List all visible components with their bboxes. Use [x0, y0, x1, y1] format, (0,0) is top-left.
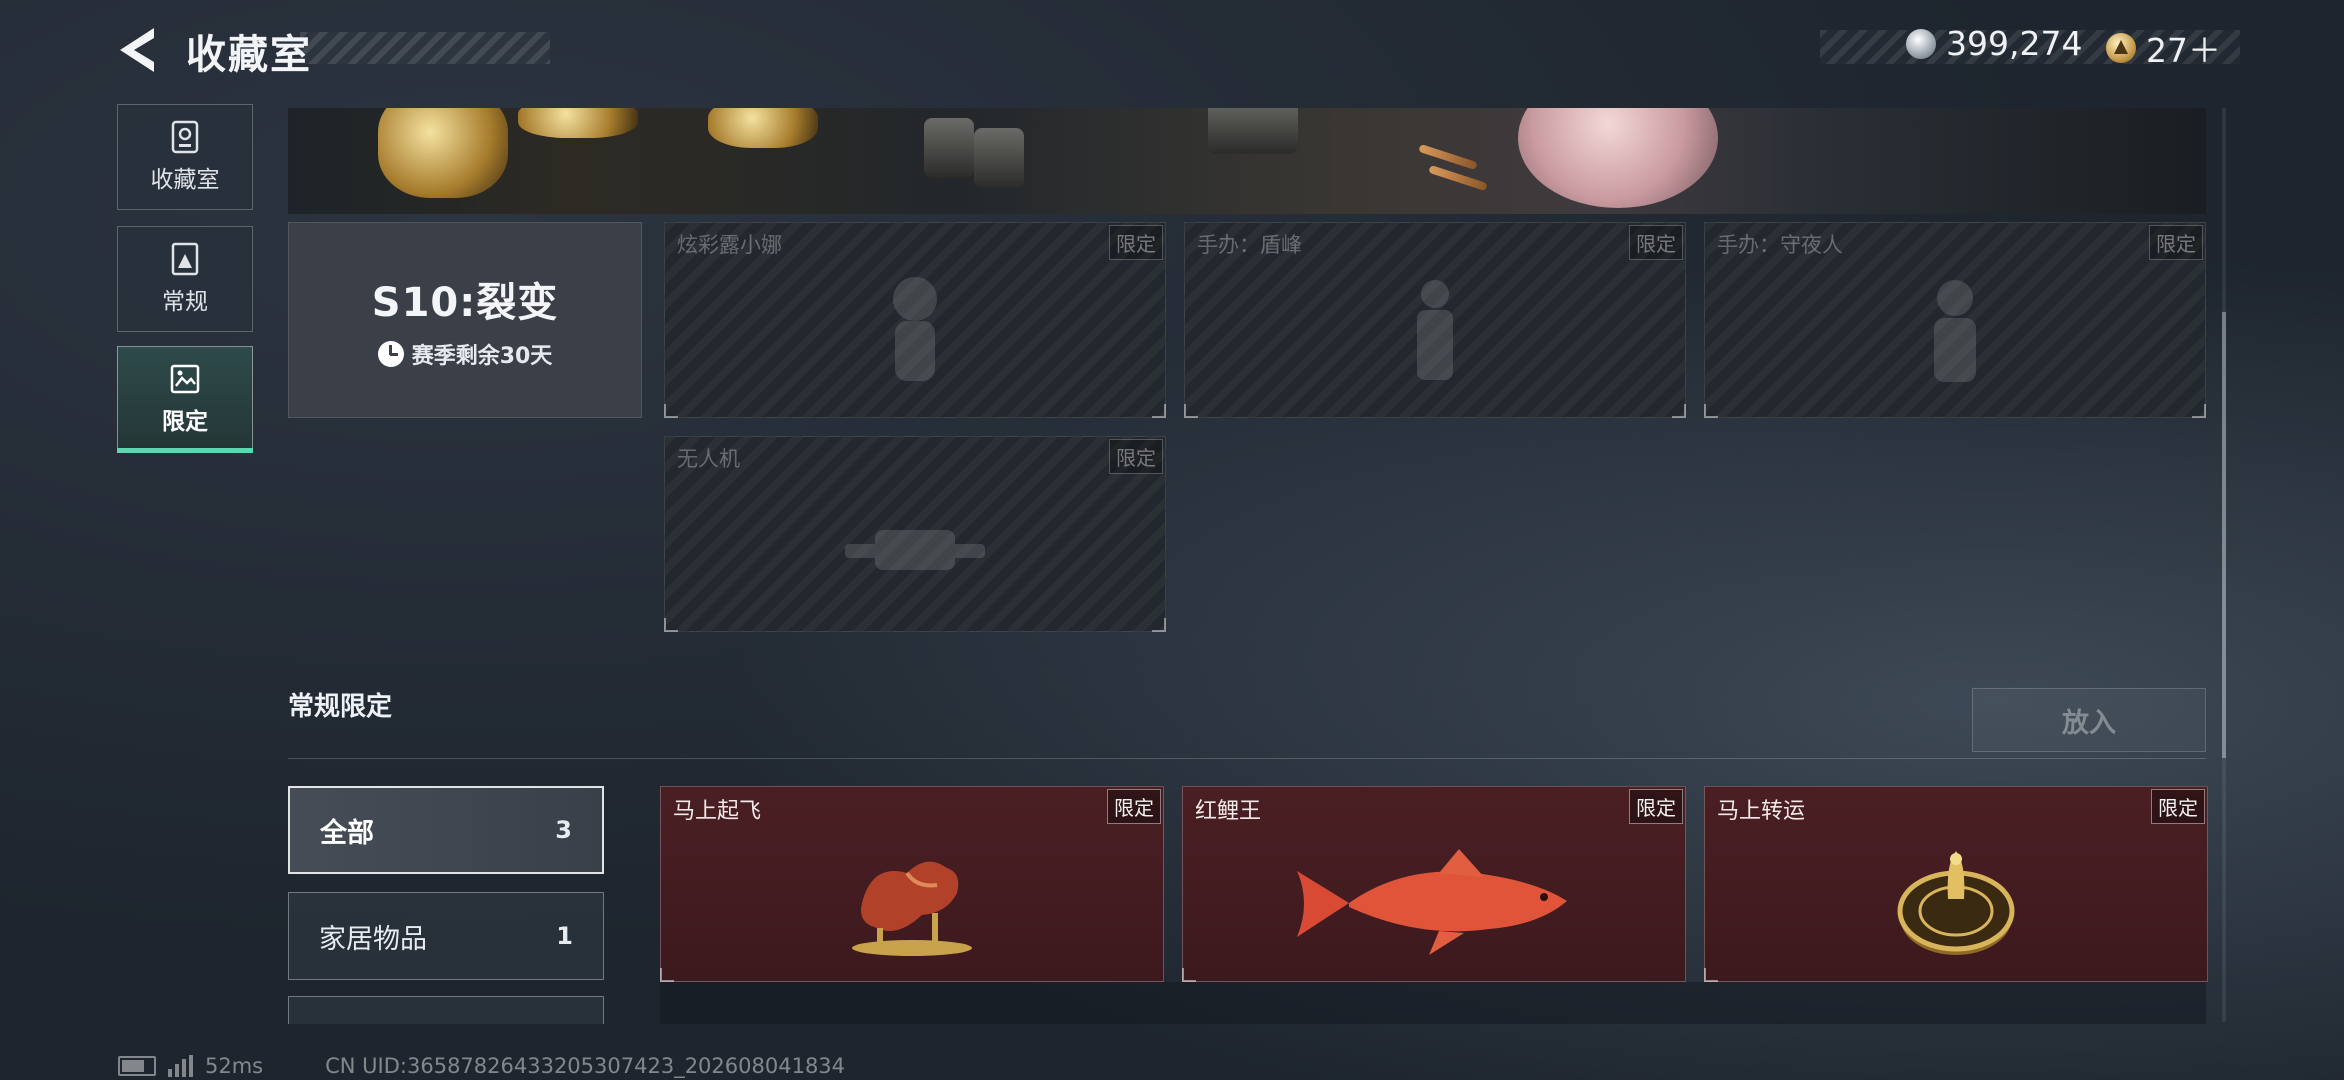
scrollbar-thumb[interactable]	[2222, 312, 2226, 758]
filter-count: 3	[555, 816, 572, 844]
figure-silhouette-icon	[1417, 279, 1453, 380]
limited-tag: 限定	[1629, 225, 1683, 260]
figure-silhouette-icon	[893, 276, 937, 381]
season-banner-image	[288, 108, 2206, 214]
season-card[interactable]: S10:裂变 赛季剩余30天	[288, 222, 642, 418]
place-button[interactable]: 放入	[1972, 688, 2206, 752]
collection-slot[interactable]: 手办：守夜人 限定	[1704, 222, 2206, 418]
collection-item[interactable]: 马上起飞 限定	[660, 786, 1164, 982]
collection-item[interactable]: 马上转运 限定	[1704, 786, 2208, 982]
signal-icon	[168, 1055, 193, 1077]
uid-text: CN UID:3658782643320530​7423_20260804183…	[325, 1054, 846, 1078]
limited-tag: 限定	[1109, 225, 1163, 260]
gold-currency-value: 27＋	[2146, 31, 2221, 70]
filter-label: 家居物品	[319, 923, 427, 955]
selected-indicator	[117, 448, 253, 453]
season-remaining-text: 赛季剩余30天	[411, 344, 553, 369]
top-bar: 收藏室 399,274 27＋	[0, 0, 2344, 100]
status-footer: 52ms CN UID:3658782643320530​7423_202608…	[118, 1054, 845, 1078]
limited-tag: 限定	[1629, 789, 1683, 824]
limited-tag: 限定	[2151, 789, 2205, 824]
sidebar-item-limited[interactable]: 限定	[117, 346, 253, 452]
gold-currency[interactable]: 27＋	[2106, 24, 2221, 72]
divider	[288, 758, 2206, 759]
limited-tag: 限定	[2149, 225, 2203, 260]
clock-icon	[377, 341, 404, 367]
page-title: 收藏室	[186, 32, 312, 78]
slot-name: 手办：盾峰	[1197, 233, 1302, 257]
filter-count: 1	[556, 922, 573, 950]
limited-tag: 限定	[1107, 789, 1161, 824]
list-fade	[660, 982, 2206, 1024]
collection-item[interactable]: 红鲤王 限定	[1182, 786, 1686, 982]
sidebar-item-collection[interactable]: 收藏室	[117, 104, 253, 210]
item-name: 马上起飞	[673, 799, 762, 824]
slot-name: 炫彩露小娜	[677, 233, 782, 257]
golden-horse-statue-icon	[852, 861, 972, 957]
golden-fortune-wheel-icon	[1897, 851, 2015, 956]
item-name: 马上转运	[1717, 799, 1806, 824]
back-button[interactable]	[110, 22, 170, 78]
filter-home-items[interactable]: 家居物品 1	[288, 892, 604, 980]
filter-label: 全部	[320, 817, 374, 849]
slot-name: 无人机	[677, 447, 740, 471]
title-decoration	[300, 32, 550, 64]
collection-slot[interactable]: 无人机 限定	[664, 436, 1166, 632]
gold-coin-icon	[2106, 33, 2136, 63]
item-name: 红鲤王	[1195, 799, 1262, 824]
silver-currency[interactable]: 399,274	[1906, 24, 2082, 63]
sidebar-item-regular[interactable]: 常规	[117, 226, 253, 332]
silver-coin-icon	[1906, 28, 1936, 59]
filter-all[interactable]: 全部 3	[288, 786, 604, 874]
slot-name: 手办：守夜人	[1717, 233, 1843, 257]
collection-slot[interactable]: 炫彩露小娜 限定	[664, 222, 1166, 418]
section-title: 常规限定	[288, 692, 393, 722]
season-remaining: 赛季剩余30天	[377, 338, 553, 370]
sidebar-item-label: 收藏室	[150, 167, 220, 193]
back-arrow-icon	[120, 28, 154, 72]
season-name: S10:裂变	[371, 280, 559, 326]
collection-slot[interactable]: 手办：盾峰 限定	[1184, 222, 1686, 418]
figure-silhouette-icon	[1934, 279, 1976, 382]
drone-silhouette-icon	[845, 529, 985, 570]
ping-text: 52ms	[205, 1054, 264, 1078]
image-frame-icon	[171, 242, 199, 276]
red-carp-icon	[1297, 849, 1567, 956]
limited-tag: 限定	[1109, 439, 1163, 474]
silver-currency-value: 399,274	[1946, 24, 2083, 63]
sidebar-item-label: 限定	[162, 409, 208, 435]
battery-icon	[118, 1056, 156, 1076]
filter-next[interactable]	[288, 996, 604, 1024]
sidebar-item-label: 常规	[162, 289, 208, 315]
trophy-icon	[171, 120, 199, 154]
landscape-frame-icon	[170, 364, 200, 394]
